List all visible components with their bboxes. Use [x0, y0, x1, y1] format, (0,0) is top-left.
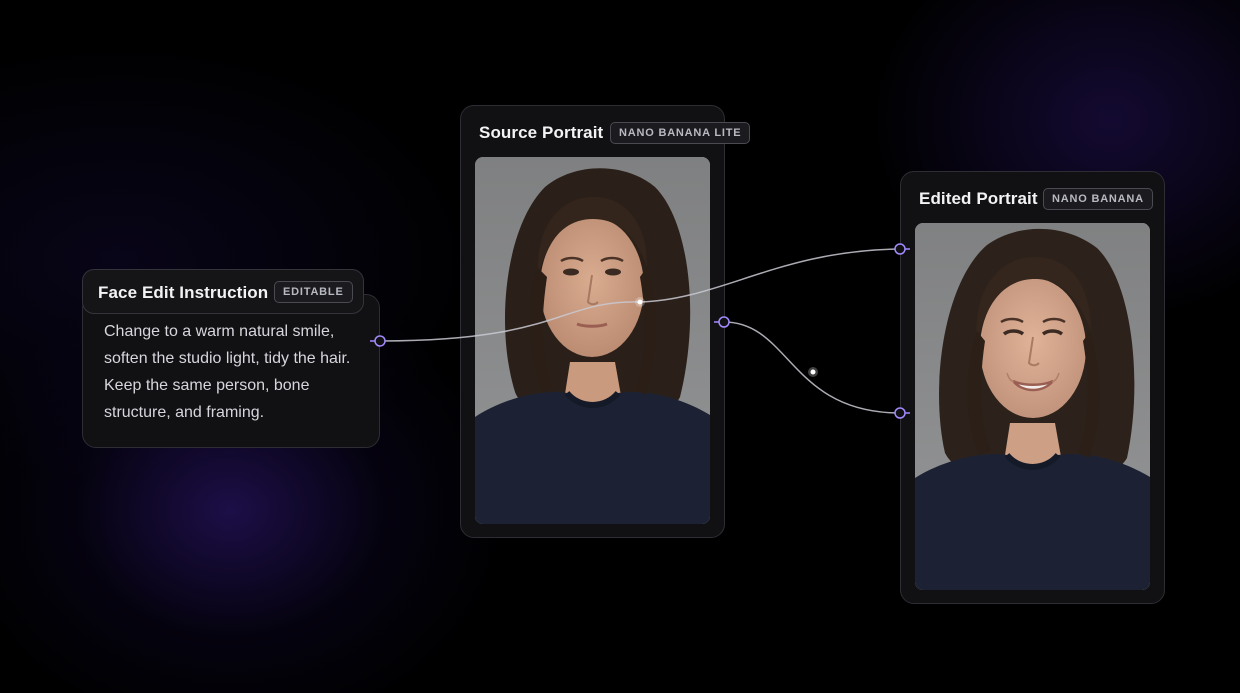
model-badge: NANO BANANA LITE: [610, 122, 751, 144]
wire-source-to-edited: [723, 321, 901, 414]
workflow-canvas[interactable]: Face Edit Instruction EDITABLE Change to…: [0, 0, 1240, 693]
edited-node-title: Edited Portrait: [919, 189, 1038, 208]
source-portrait-image: [475, 157, 710, 524]
edited-portrait-image: [915, 223, 1150, 590]
wire-flow-dot: [808, 367, 818, 377]
editable-badge: EDITABLE: [274, 281, 353, 303]
wire-flow-dot: [810, 369, 816, 375]
edited-portrait-node[interactable]: Edited Portrait NANO BANANA: [900, 171, 1165, 604]
instruction-node-header[interactable]: Face Edit Instruction EDITABLE: [82, 269, 364, 314]
source-node-title: Source Portrait: [479, 123, 604, 142]
model-badge: NANO BANANA: [1043, 188, 1153, 210]
instruction-node-title: Face Edit Instruction: [98, 283, 269, 302]
instruction-text[interactable]: Change to a warm natural smile, soften t…: [104, 318, 372, 426]
source-portrait-node[interactable]: Source Portrait NANO BANANA LITE: [460, 105, 751, 538]
